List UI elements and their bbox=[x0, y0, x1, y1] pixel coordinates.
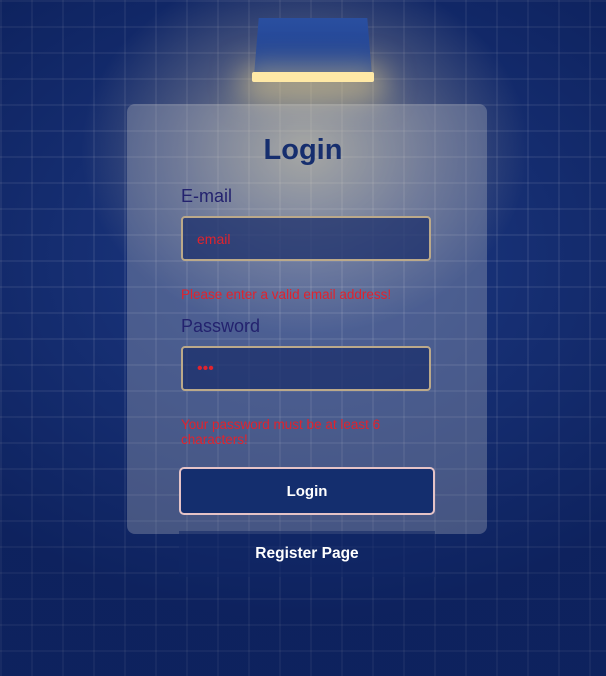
email-error-message: Please enter a valid email address! bbox=[181, 287, 392, 302]
lamp-shade bbox=[254, 18, 372, 76]
password-field[interactable]: ••• bbox=[181, 346, 431, 391]
wall-lamp-icon bbox=[248, 18, 378, 82]
password-error-message: Your password must be at least 6 charact… bbox=[181, 417, 381, 447]
email-label: E-mail bbox=[181, 186, 233, 206]
password-label: Password bbox=[181, 316, 261, 336]
register-page-button[interactable]: Register Page bbox=[179, 531, 435, 577]
login-page: Login E-mail Please enter a valid email … bbox=[0, 0, 606, 676]
login-button[interactable]: Login bbox=[179, 467, 435, 515]
lamp-bulb bbox=[252, 72, 374, 82]
email-field[interactable] bbox=[181, 216, 431, 261]
page-title: Login bbox=[263, 134, 343, 166]
